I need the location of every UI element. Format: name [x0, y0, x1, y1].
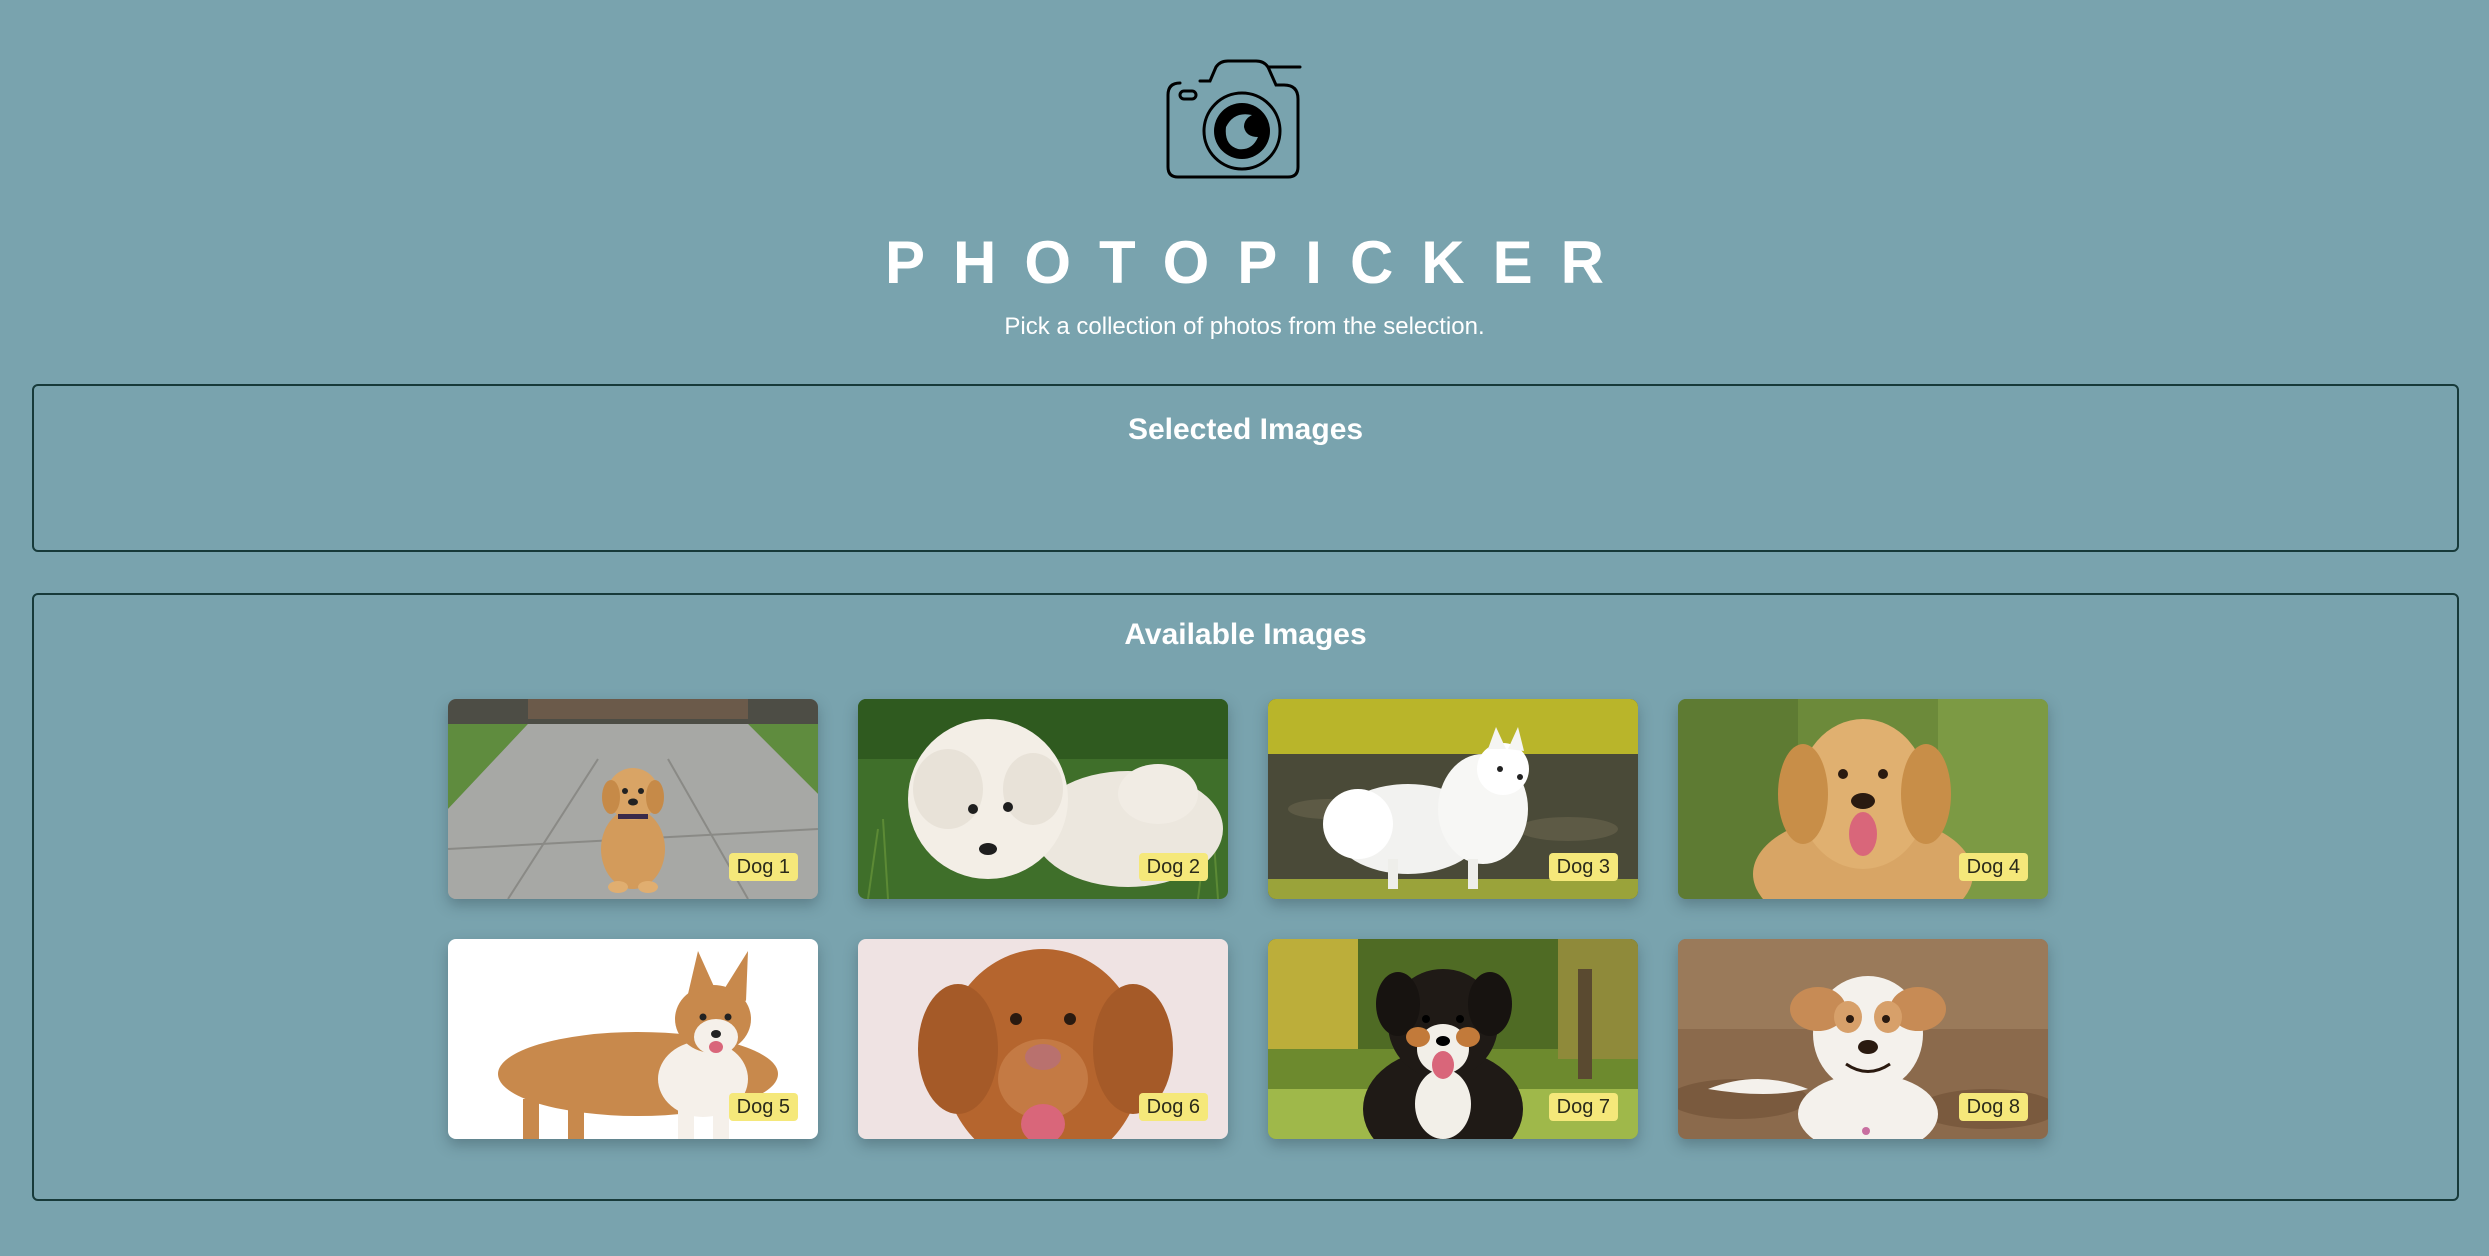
- image-label: Dog 4: [1958, 853, 2028, 881]
- image-card-dog-2[interactable]: Dog 2: [858, 699, 1228, 899]
- image-card-dog-1[interactable]: Dog 1: [448, 699, 818, 899]
- image-label: Dog 2: [1138, 853, 1208, 881]
- image-label: Dog 8: [1958, 1093, 2028, 1121]
- image-card-dog-6[interactable]: Dog 6: [858, 939, 1228, 1139]
- image-card-dog-7[interactable]: Dog 7: [1268, 939, 1638, 1139]
- image-label: Dog 6: [1138, 1093, 1208, 1121]
- image-label: Dog 5: [728, 1093, 798, 1121]
- camera-icon: [1166, 59, 1302, 179]
- page-title: PHOTOPICKER: [885, 229, 1632, 296]
- page-subtitle: Pick a collection of photos from the sel…: [1004, 313, 1485, 340]
- image-card-dog-3[interactable]: Dog 3: [1268, 699, 1638, 899]
- available-images-title: Available Images: [1124, 618, 1367, 651]
- page-header: PHOTOPICKER Pick a collection of photos …: [0, 0, 2489, 380]
- image-card-dog-8[interactable]: Dog 8: [1678, 939, 2048, 1139]
- selected-images-panel: Selected Images: [32, 384, 2459, 552]
- image-label: Dog 1: [728, 853, 798, 881]
- image-grid: Dog 1 Dog 2 Dog 3 Dog 4 Dog 5 Dog 6 Dog …: [448, 699, 2050, 1139]
- image-label: Dog 3: [1548, 853, 1618, 881]
- selected-images-title: Selected Images: [1127, 413, 1364, 446]
- image-card-dog-4[interactable]: Dog 4: [1678, 699, 2048, 899]
- available-images-panel: Available Images Dog 1 Dog 2 Dog 3 Dog 4…: [32, 593, 2459, 1201]
- image-card-dog-5[interactable]: Dog 5: [448, 939, 818, 1139]
- image-label: Dog 7: [1548, 1093, 1618, 1121]
